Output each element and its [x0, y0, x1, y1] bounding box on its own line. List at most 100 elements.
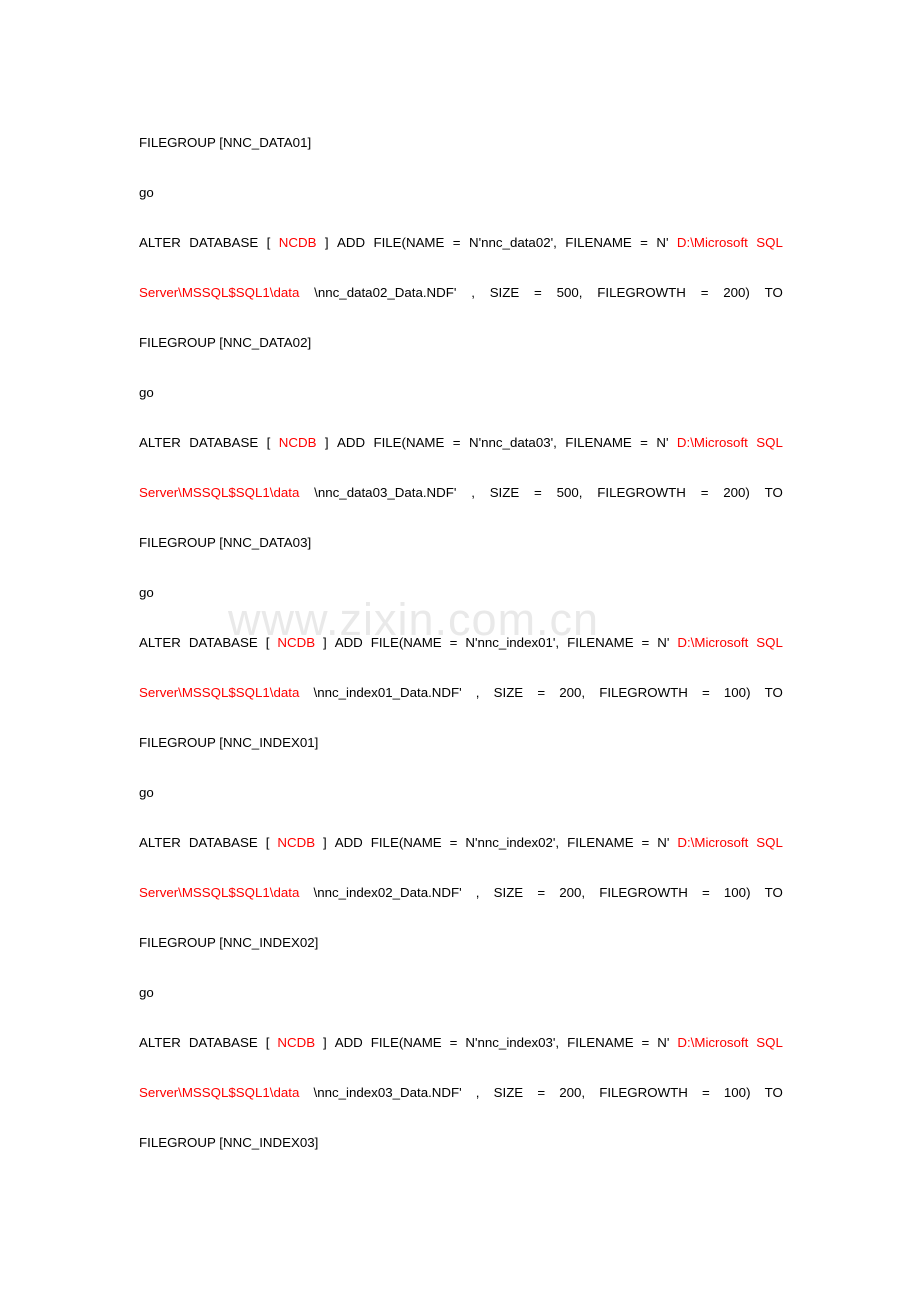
- code-token: =: [452, 235, 461, 250]
- sql-filegroup-line: FILEGROUP [NNC_INDEX03]: [139, 1135, 319, 1150]
- code-token: ALTER: [139, 835, 181, 850]
- code-token: [: [266, 235, 271, 250]
- code-token: ]: [324, 435, 329, 450]
- code-token: =: [700, 485, 709, 500]
- code-token-highlight: SQL: [756, 1035, 783, 1050]
- code-token: =: [702, 885, 710, 900]
- code-token: \nnc_data03_Data.NDF': [314, 485, 457, 500]
- code-token: =: [449, 635, 458, 650]
- code-token-highlight: D:\Microsoft: [677, 1035, 749, 1050]
- sql-alter-database-line: ALTER DATABASE [NCDB] ADD FILE(NAME = N'nnc_da…: [139, 418, 783, 468]
- sql-alter-database-line: ALTER DATABASE [NCDB] ADD FILE(NAME = N'nnc_in…: [139, 1018, 783, 1068]
- code-token: [: [266, 435, 271, 450]
- code-token-highlight: Server\MSSQL$SQL1\data: [139, 685, 300, 700]
- sql-alter-database-line: ALTER DATABASE [NCDB] ADD FILE(NAME = N'nnc_da…: [139, 218, 783, 268]
- sql-go-statement: go: [139, 385, 154, 400]
- code-token: FILE(NAME: [373, 435, 445, 450]
- code-token: ALTER: [139, 635, 181, 650]
- code-token: N'nnc_data03',: [468, 435, 557, 450]
- code-token: DATABASE: [188, 1035, 258, 1050]
- code-token: SIZE: [489, 485, 520, 500]
- code-token: ,: [475, 685, 480, 700]
- code-token: SIZE: [493, 885, 524, 900]
- code-token: TO: [764, 285, 783, 300]
- code-token: =: [534, 285, 542, 300]
- code-token-highlight: Server\MSSQL$SQL1\data: [139, 285, 300, 300]
- code-token: \nnc_index03_Data.NDF': [313, 1085, 462, 1100]
- code-token: =: [702, 685, 710, 700]
- sql-alter-database-line: Server\MSSQL$SQL1\data \nnc_data02_Data.N…: [139, 268, 783, 318]
- code-token: ADD: [336, 435, 366, 450]
- code-token: FILENAME: [567, 835, 634, 850]
- code-token: N'nnc_index03',: [465, 1035, 560, 1050]
- document-body: FILEGROUP [NNC_DATA01]go ALTER DATABASE [ NC…: [139, 118, 783, 1168]
- code-token: N': [656, 235, 669, 250]
- code-token: DATABASE: [189, 435, 259, 450]
- code-token: ADD: [336, 235, 366, 250]
- code-token: 500,: [556, 485, 583, 500]
- code-token: N': [656, 435, 669, 450]
- code-token: [: [265, 835, 270, 850]
- code-token: ]: [323, 1035, 327, 1050]
- sql-alter-database-line: ALTER DATABASE [NCDB] ADD FILE(NAME = N'nnc_in…: [139, 818, 783, 868]
- code-token: ALTER: [139, 1035, 181, 1050]
- code-token: =: [702, 1085, 710, 1100]
- code-token-highlight: SQL: [756, 635, 783, 650]
- code-token: =: [641, 635, 650, 650]
- code-token: 100): [723, 685, 751, 700]
- code-token: =: [534, 485, 542, 500]
- code-token: =: [449, 835, 458, 850]
- code-token: \nnc_index02_Data.NDF': [313, 885, 462, 900]
- sql-go-statement: go: [139, 785, 154, 800]
- code-token-highlight: D:\Microsoft: [676, 435, 748, 450]
- code-token-highlight: SQL: [756, 235, 783, 250]
- code-token: FILE(NAME: [370, 635, 442, 650]
- code-token: TO: [764, 485, 783, 500]
- code-token-highlight: NCDB: [277, 635, 316, 650]
- code-token: ]: [323, 635, 327, 650]
- code-token-highlight: Server\MSSQL$SQL1\data: [139, 485, 300, 500]
- code-token: TO: [764, 885, 783, 900]
- code-token: 200,: [559, 1085, 586, 1100]
- code-token: ALTER: [139, 235, 181, 250]
- code-token: FILEGROWTH: [597, 285, 686, 300]
- code-token: 100): [723, 885, 751, 900]
- code-token: 200): [723, 485, 750, 500]
- sql-filegroup-line: FILEGROUP [NNC_DATA01]: [139, 135, 312, 150]
- code-token: FILENAME: [567, 635, 634, 650]
- code-token: ]: [324, 235, 329, 250]
- code-token: SIZE: [493, 685, 524, 700]
- code-token: FILE(NAME: [370, 835, 442, 850]
- code-token: ]: [323, 835, 327, 850]
- code-token: ALTER: [139, 435, 181, 450]
- sql-alter-database-line: Server\MSSQL$SQL1\data \nnc_index01_Data.…: [139, 668, 783, 718]
- code-token: ,: [471, 285, 475, 300]
- code-token: 200): [723, 285, 750, 300]
- sql-alter-database-line: Server\MSSQL$SQL1\data \nnc_index02_Data.…: [139, 868, 783, 918]
- code-token: ADD: [334, 635, 363, 650]
- code-token: \nnc_data02_Data.NDF': [314, 285, 457, 300]
- code-token: FILEGROWTH: [597, 485, 686, 500]
- code-token: 200,: [559, 885, 586, 900]
- code-token: 500,: [556, 285, 583, 300]
- code-token: TO: [764, 685, 783, 700]
- code-token-highlight: D:\Microsoft: [677, 635, 749, 650]
- sql-filegroup-line: FILEGROUP [NNC_INDEX01]: [139, 735, 319, 750]
- code-token-highlight: Server\MSSQL$SQL1\data: [139, 1085, 300, 1100]
- code-token: =: [449, 1035, 458, 1050]
- code-token: N'nnc_data02',: [468, 235, 557, 250]
- code-token: =: [640, 435, 648, 450]
- code-token: \nnc_index01_Data.NDF': [313, 685, 462, 700]
- code-token: =: [641, 1035, 650, 1050]
- code-token: SIZE: [489, 285, 520, 300]
- sql-filegroup-line: FILEGROUP [NNC_INDEX02]: [139, 935, 319, 950]
- code-token: ,: [471, 485, 475, 500]
- sql-filegroup-line: FILEGROUP [NNC_DATA02]: [139, 335, 312, 350]
- sql-alter-database-line: Server\MSSQL$SQL1\data \nnc_data03_Data.N…: [139, 468, 783, 518]
- sql-go-statement: go: [139, 985, 154, 1000]
- code-token: N': [657, 835, 670, 850]
- code-token: SIZE: [493, 1085, 524, 1100]
- code-token: 100): [723, 1085, 751, 1100]
- code-token-highlight: Server\MSSQL$SQL1\data: [139, 885, 300, 900]
- sql-go-statement: go: [139, 585, 154, 600]
